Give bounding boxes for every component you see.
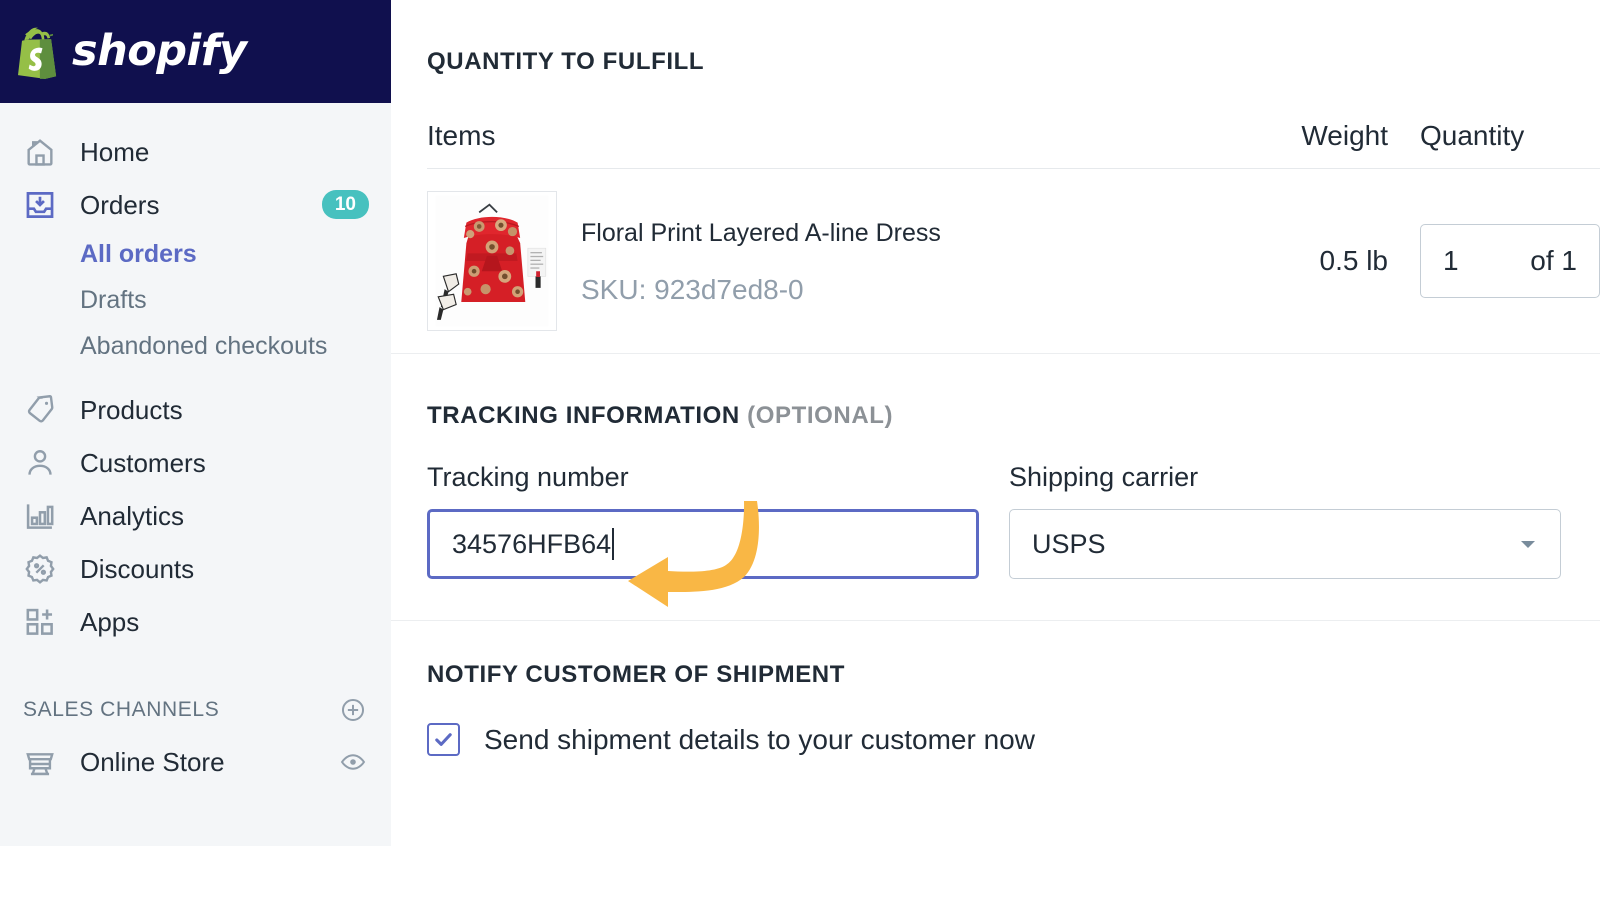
shopify-bag-icon [16,25,63,79]
sidebar-item-label: Online Store [80,747,225,777]
sidebar-subitem-label: Abandoned checkouts [80,331,328,360]
eye-icon[interactable] [339,748,367,776]
sidebar-item-label: Customers [80,447,206,478]
sidebar-item-label: Products [80,394,183,425]
shipping-carrier-field: Shipping carrier USPS [1009,464,1561,579]
product-name: Floral Print Layered A-line Dress [581,219,941,247]
text-cursor [612,528,615,560]
person-icon [20,443,60,483]
tracking-title-text: TRACKING INFORMATION [427,402,740,429]
sales-channels-header: SALES CHANNELS [0,686,391,734]
tag-icon [20,390,60,430]
main-content: QUANTITY TO FULFILL Items Weight Quantit… [391,0,1600,900]
tracking-number-field: Tracking number 34576HFB64 [427,464,979,579]
sidebar-item-home[interactable]: Home [0,125,391,178]
quantity-input[interactable]: 1 of 1 [1420,224,1600,298]
storefront-icon [20,742,60,782]
column-header-weight: Weight [1301,120,1388,151]
quantity-value: 1 [1443,245,1459,276]
notify-customer-section: NOTIFY CUSTOMER OF SHIPMENT Send shipmen… [427,621,1600,756]
column-header-items: Items [427,120,496,151]
table-row: Floral Print Layered A-line Dress SKU: 9… [427,169,1600,353]
sidebar-item-label: Orders [80,189,160,220]
notify-section-title: NOTIFY CUSTOMER OF SHIPMENT [427,661,846,688]
sidebar-item-orders[interactable]: Orders 10 [0,178,391,231]
tracking-number-label: Tracking number [427,462,629,492]
product-info: Floral Print Layered A-line Dress SKU: 9… [581,218,941,304]
shopify-logo-header: shopify [0,0,391,103]
items-table-header: Items Weight Quantity [427,120,1600,168]
product-thumbnail [427,191,557,331]
orders-count-badge: 10 [321,189,369,220]
sidebar-subitem-drafts[interactable]: Drafts [0,277,391,323]
quantity-total: of 1 [1530,245,1577,276]
bar-chart-icon [20,496,60,536]
orders-inbox-icon [20,185,60,225]
send-shipment-details-checkbox[interactable] [427,723,460,756]
sidebar-item-online-store[interactable]: Online Store [0,734,391,790]
sidebar-item-label: Discounts [80,553,195,584]
shipping-carrier-label: Shipping carrier [1009,462,1199,492]
sidebar-item-label: Home [80,136,150,167]
sales-channels-title: SALES CHANNELS [23,698,220,721]
product-sku: SKU: 923d7ed8-0 [581,274,804,305]
discount-percent-icon [20,549,60,589]
tracking-section-title: TRACKING INFORMATION (OPTIONAL) [427,404,1600,428]
sidebar-item-label: Apps [80,606,140,637]
notify-checkbox-row[interactable]: Send shipment details to your customer n… [427,723,1600,756]
tracking-title-optional: (OPTIONAL) [747,402,894,429]
sidebar-subitem-all-orders[interactable]: All orders [0,231,391,277]
apps-grid-plus-icon [20,602,60,642]
tracking-information-section: TRACKING INFORMATION (OPTIONAL) Tracking… [427,354,1600,579]
tracking-number-value: 34576HFB64 [452,528,612,559]
quantity-section-title: QUANTITY TO FULFILL [427,48,705,75]
shipping-carrier-value: USPS [1032,528,1106,559]
sidebar-item-customers[interactable]: Customers [0,436,391,489]
chevron-down-icon [1516,532,1540,556]
sidebar-subitem-label: All orders [80,239,197,268]
shopify-wordmark: shopify [72,26,247,76]
sidebar-item-apps[interactable]: Apps [0,595,391,648]
column-header-quantity: Quantity [1420,120,1525,151]
shopify-fulfillment-page: shopify Home Orders 10 All orders Drafts… [0,0,1600,900]
shipping-carrier-select[interactable]: USPS [1009,509,1561,579]
sidebar-item-products[interactable]: Products [0,383,391,436]
home-icon [20,132,60,172]
sidebar: shopify Home Orders 10 All orders Drafts… [0,0,391,846]
sidebar-nav: Home Orders 10 All orders Drafts Abandon… [0,103,391,790]
sidebar-subitem-abandoned-checkouts[interactable]: Abandoned checkouts [0,323,391,369]
sidebar-subitem-label: Drafts [80,285,147,314]
quantity-to-fulfill-section: QUANTITY TO FULFILL Items Weight Quantit… [427,0,1600,353]
send-shipment-details-label: Send shipment details to your customer n… [484,723,1035,755]
checkmark-icon [435,733,452,746]
sidebar-item-analytics[interactable]: Analytics [0,489,391,542]
sidebar-item-discounts[interactable]: Discounts [0,542,391,595]
sidebar-item-label: Analytics [80,500,185,531]
product-weight: 0.5 lb [1319,245,1389,276]
circle-plus-icon[interactable] [339,696,367,724]
tracking-number-input[interactable]: 34576HFB64 [427,509,979,579]
tracking-fields: Tracking number 34576HFB64 Shipping carr… [427,464,1600,579]
